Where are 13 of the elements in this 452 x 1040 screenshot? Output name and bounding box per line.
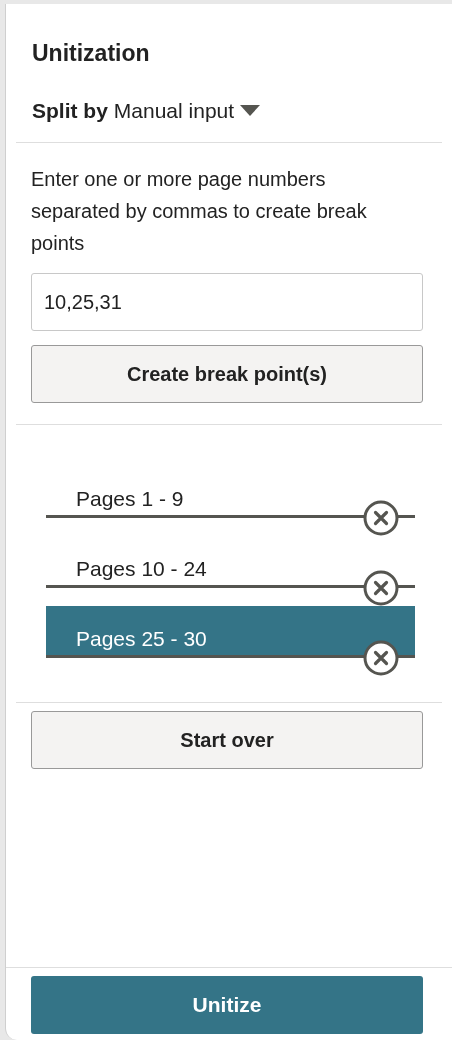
page-range-item[interactable]: Pages 25 - 30 bbox=[46, 606, 415, 658]
split-by-label: Split by bbox=[32, 97, 108, 124]
break-points-input[interactable]: 10,25,31 bbox=[31, 273, 423, 331]
create-break-points-button[interactable]: Create break point(s) bbox=[31, 345, 423, 403]
remove-icon[interactable] bbox=[363, 500, 399, 536]
caret-icon bbox=[240, 104, 261, 116]
remove-icon[interactable] bbox=[363, 570, 399, 606]
panel-title: Unitization bbox=[32, 39, 151, 68]
start-over-button[interactable]: Start over bbox=[31, 711, 423, 769]
remove-icon[interactable] bbox=[363, 640, 399, 676]
instructions-text: Enter one or more page numbers separated by commas to create break points bbox=[31, 167, 368, 256]
unitize-button[interactable]: Unitize bbox=[31, 976, 423, 1034]
split-mode-dropdown[interactable]: Manual input bbox=[113, 94, 261, 126]
